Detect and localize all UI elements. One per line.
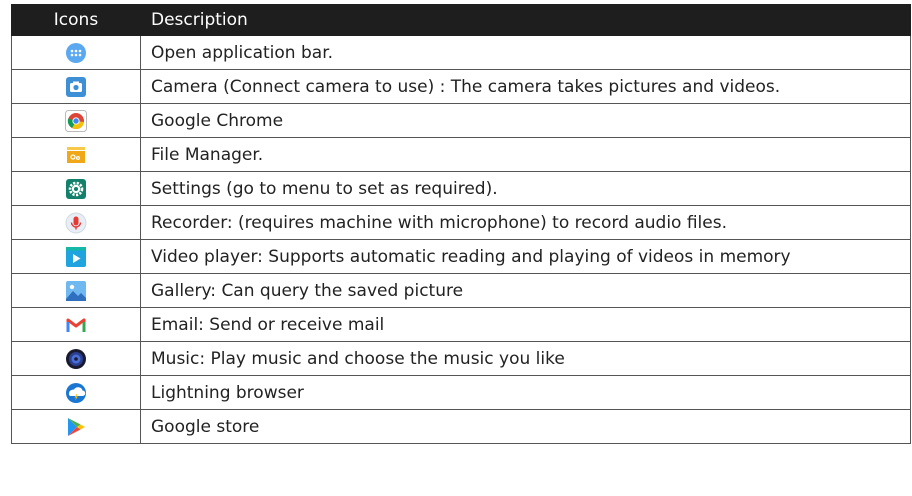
row-description: Gallery: Can query the saved picture: [140, 273, 911, 308]
table-row: Camera (Connect camera to use) : The cam…: [11, 69, 911, 104]
icon-table-container: Icons Description Open application bar.: [11, 4, 911, 444]
row-description: Lightning browser: [140, 375, 911, 410]
music-icon: [66, 348, 86, 369]
table-row: Lightning browser: [11, 375, 911, 410]
table-row: Open application bar.: [11, 35, 911, 70]
app-drawer-icon: [66, 42, 86, 63]
icons-column-header: Icons: [11, 4, 141, 36]
row-description: Open application bar.: [140, 35, 911, 70]
row-description: Camera (Connect camera to use) : The cam…: [140, 69, 911, 104]
row-description: Recorder: (requires machine with microph…: [140, 205, 911, 240]
row-description: Music: Play music and choose the music y…: [140, 341, 911, 376]
table-header-row: Icons Description: [11, 4, 911, 36]
settings-icon: [66, 178, 86, 199]
lightning-browser-icon: [66, 382, 86, 403]
google-play-icon: [68, 417, 85, 436]
chrome-icon: [65, 109, 87, 132]
table-row: Video player: Supports automatic reading…: [11, 239, 911, 274]
description-column-header: Description: [140, 4, 911, 36]
video-player-icon: [66, 246, 86, 267]
row-description: Google store: [140, 409, 911, 444]
row-description: Settings (go to menu to set as required)…: [140, 171, 911, 206]
table-row: File Manager.: [11, 137, 911, 172]
table-row: Gallery: Can query the saved picture: [11, 273, 911, 308]
row-description: Google Chrome: [140, 103, 911, 138]
icon-description-table: Icons Description Open application bar.: [11, 4, 911, 444]
camera-icon: [66, 76, 86, 97]
recorder-icon: [65, 212, 87, 233]
table-row: Settings (go to menu to set as required)…: [11, 171, 911, 206]
table-row: Music: Play music and choose the music y…: [11, 341, 911, 376]
row-description: File Manager.: [140, 137, 911, 172]
row-description: Email: Send or receive mail: [140, 307, 911, 342]
table-row: Google store: [11, 409, 911, 444]
table-row: Google Chrome: [11, 103, 911, 138]
gmail-icon: [66, 315, 86, 334]
table-row: Email: Send or receive mail: [11, 307, 911, 342]
gallery-icon: [66, 280, 86, 301]
file-manager-icon: [67, 146, 85, 163]
row-description: Video player: Supports automatic reading…: [140, 239, 911, 274]
table-row: Recorder: (requires machine with microph…: [11, 205, 911, 240]
